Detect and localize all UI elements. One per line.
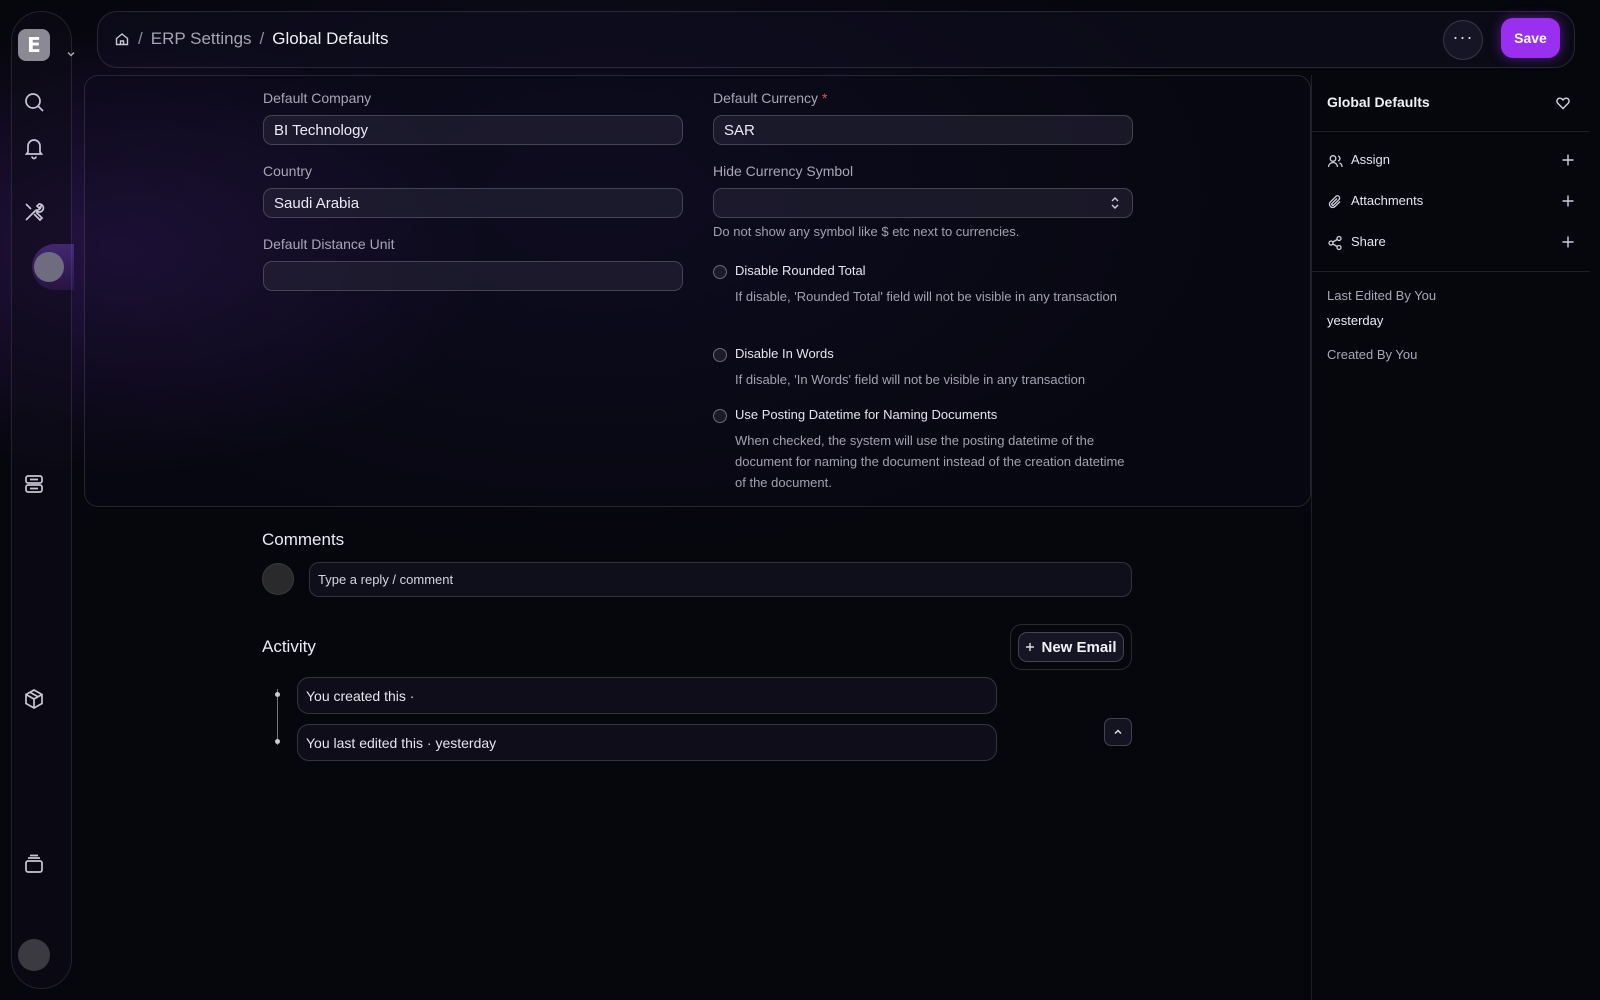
comment-input[interactable]: Type a reply / comment bbox=[309, 562, 1132, 597]
sidebar-item-label: Attachments bbox=[1351, 193, 1424, 208]
country-label: Country bbox=[263, 163, 313, 179]
active-module-indicator[interactable] bbox=[32, 244, 74, 290]
user-icon bbox=[1327, 155, 1343, 168]
page-title: Global Defaults bbox=[272, 29, 389, 48]
sidebar-item-label: Share bbox=[1351, 234, 1386, 249]
use-posting-datetime-description: When checked, the system will use the po… bbox=[735, 433, 1125, 490]
user-avatar[interactable] bbox=[18, 939, 50, 971]
breadcrumb-separator: / bbox=[138, 29, 143, 48]
settings-form: Default Company BI Technology Country Sa… bbox=[84, 75, 1311, 507]
default-company-input[interactable]: BI Technology bbox=[263, 115, 683, 145]
country-input[interactable]: Saudi Arabia bbox=[263, 188, 683, 218]
share-icon bbox=[1328, 235, 1342, 251]
last-edited-label: Last Edited By You bbox=[1327, 288, 1437, 303]
paperclip-icon bbox=[1328, 195, 1341, 209]
timeline-dot bbox=[275, 739, 280, 744]
sidebar-title: Global Defaults bbox=[1327, 94, 1430, 110]
use-posting-datetime-checkbox[interactable] bbox=[713, 409, 727, 423]
home-icon[interactable] bbox=[114, 31, 130, 47]
app-logo[interactable]: E bbox=[18, 29, 50, 61]
collapse-activity-button[interactable] bbox=[1104, 718, 1132, 746]
more-actions-button[interactable]: ··· bbox=[1443, 20, 1483, 60]
disable-in-words-description: If disable, 'In Words' field will not be… bbox=[735, 372, 1086, 387]
sidebar-divider bbox=[1312, 271, 1590, 272]
required-mark: * bbox=[821, 90, 828, 106]
hide-currency-symbol-select[interactable] bbox=[713, 188, 1133, 218]
sidebar-item-label: Assign bbox=[1351, 152, 1391, 167]
bell-icon[interactable] bbox=[22, 136, 46, 160]
use-posting-datetime-label[interactable]: Use Posting Datetime for Naming Document… bbox=[735, 407, 997, 422]
plus-icon[interactable] bbox=[1561, 194, 1575, 208]
comment-avatar bbox=[262, 563, 294, 595]
disable-rounded-total-label[interactable]: Disable Rounded Total bbox=[735, 263, 866, 278]
breadcrumb: / ERP Settings / Global Defaults bbox=[114, 29, 389, 49]
sidebar-item-attachments[interactable]: Attachments bbox=[1327, 192, 1575, 212]
left-rail: E bbox=[11, 11, 75, 989]
save-button[interactable]: Save bbox=[1501, 18, 1560, 58]
page-header: / ERP Settings / Global Defaults ··· Sav… bbox=[97, 11, 1575, 68]
hide-currency-symbol-hint: Do not show any symbol like $ etc next t… bbox=[713, 224, 1020, 239]
disable-in-words-checkbox[interactable] bbox=[713, 348, 727, 362]
activity-item-edited: You last edited this · yesterday bbox=[297, 724, 997, 761]
breadcrumb-erp-settings[interactable]: ERP Settings bbox=[151, 29, 252, 49]
default-distance-unit-input[interactable] bbox=[263, 261, 683, 291]
hide-currency-symbol-label: Hide Currency Symbol bbox=[713, 163, 854, 179]
breadcrumb-separator: / bbox=[259, 29, 265, 48]
created-by-label: Created By You bbox=[1327, 347, 1418, 362]
select-arrows-icon bbox=[1111, 197, 1119, 209]
default-company-label: Default Company bbox=[263, 90, 372, 106]
timeline-dot bbox=[275, 692, 280, 697]
activity-item-created: You created this · bbox=[297, 677, 997, 714]
module-avatar-icon bbox=[34, 252, 64, 282]
package-icon[interactable] bbox=[22, 687, 46, 711]
heart-icon[interactable] bbox=[1555, 95, 1571, 111]
search-icon[interactable] bbox=[22, 90, 46, 114]
activity-title: Activity bbox=[262, 637, 316, 656]
plus-icon[interactable] bbox=[1561, 153, 1575, 167]
plus-icon[interactable] bbox=[1561, 235, 1575, 249]
disable-in-words-label[interactable]: Disable In Words bbox=[735, 346, 834, 361]
stack-icon[interactable] bbox=[22, 852, 46, 876]
disable-rounded-total-checkbox[interactable] bbox=[713, 265, 727, 279]
sidebar-divider bbox=[1312, 131, 1590, 132]
timeline-line bbox=[277, 689, 278, 745]
right-sidebar: Global Defaults Assign Attachments Share… bbox=[1311, 75, 1590, 1000]
default-currency-label: Default Currency * bbox=[713, 90, 827, 106]
chevron-down-icon[interactable] bbox=[65, 48, 77, 60]
plus-icon bbox=[1026, 643, 1035, 651]
default-distance-unit-label: Default Distance Unit bbox=[263, 236, 395, 252]
comments-title: Comments bbox=[262, 530, 345, 549]
disable-rounded-total-description: If disable, 'Rounded Total' field will n… bbox=[735, 289, 1117, 304]
new-email-button[interactable]: New Email bbox=[1018, 632, 1124, 662]
last-edited-value: yesterday bbox=[1327, 313, 1384, 328]
new-email-label: New Email bbox=[1041, 638, 1117, 656]
default-currency-label-text: Default Currency bbox=[713, 90, 819, 106]
sidebar-item-share[interactable]: Share bbox=[1327, 233, 1575, 253]
new-email-container: New Email bbox=[1010, 624, 1132, 670]
chevron-up-icon bbox=[1114, 729, 1122, 735]
server-icon[interactable] bbox=[22, 472, 46, 496]
tools-icon[interactable] bbox=[22, 200, 46, 224]
default-currency-input[interactable]: SAR bbox=[713, 115, 1133, 145]
sidebar-item-assign[interactable]: Assign bbox=[1327, 151, 1575, 171]
